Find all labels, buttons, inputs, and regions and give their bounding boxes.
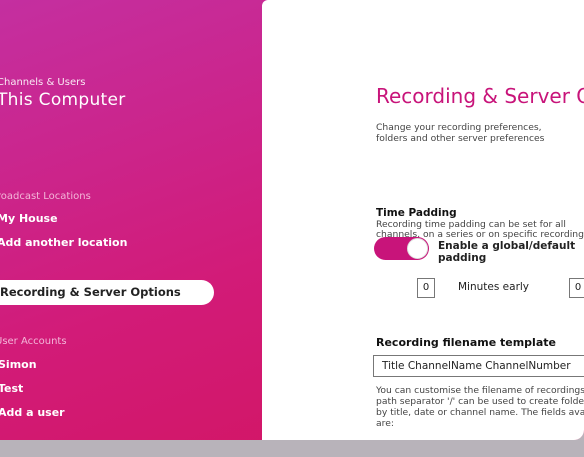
- toggle-label-line-1: Enable a global/default: [438, 240, 576, 252]
- user-accounts-heading: User Accounts: [0, 336, 67, 347]
- filename-template-heading: Recording filename template: [376, 336, 556, 349]
- context-label: Channels & Users: [0, 77, 86, 88]
- sidebar-item-add-user[interactable]: Add a user: [0, 406, 65, 419]
- filename-description-line-4: are:: [376, 418, 394, 429]
- filename-template-input[interactable]: Title ChannelName ChannelNumber: [373, 355, 584, 377]
- time-padding-heading: Time Padding: [376, 207, 457, 219]
- broadcast-locations-heading: Broadcast Locations: [0, 191, 91, 202]
- page-description-line-2: folders and other server preferences: [376, 133, 545, 144]
- page-description-line-1: Change your recording preferences,: [376, 122, 542, 133]
- sidebar-item-label: Recording & Server Options: [0, 285, 181, 299]
- sidebar-item-user-simon[interactable]: Simon: [0, 358, 37, 371]
- sidebar-item-my-house[interactable]: My House: [0, 212, 58, 225]
- filename-description-line-1: You can customise the filename of record…: [376, 385, 584, 396]
- global-padding-toggle[interactable]: [374, 237, 429, 260]
- minutes-early-input[interactable]: 0: [417, 278, 435, 298]
- filename-description-line-3: by title, date or channel name. The fiel…: [376, 407, 584, 418]
- sidebar-item-add-location[interactable]: Add another location: [0, 236, 127, 249]
- page-title: Recording & Server Options: [376, 84, 584, 108]
- minutes-early-label: Minutes early: [458, 281, 530, 293]
- sidebar-item-recording-server-options[interactable]: Recording & Server Options: [0, 280, 214, 305]
- settings-panel: Recording & Server Options Change your r…: [262, 0, 584, 440]
- sidebar-item-user-test[interactable]: Test: [0, 382, 23, 395]
- toggle-knob: [407, 238, 428, 259]
- toggle-label-line-2: padding: [438, 252, 487, 264]
- app-window: Channels & Users This Computer Broadcast…: [0, 0, 584, 440]
- filename-description-line-2: path separator '/' can be used to create…: [376, 396, 584, 407]
- minutes-late-input[interactable]: 0: [569, 278, 584, 298]
- context-title[interactable]: This Computer: [0, 90, 126, 110]
